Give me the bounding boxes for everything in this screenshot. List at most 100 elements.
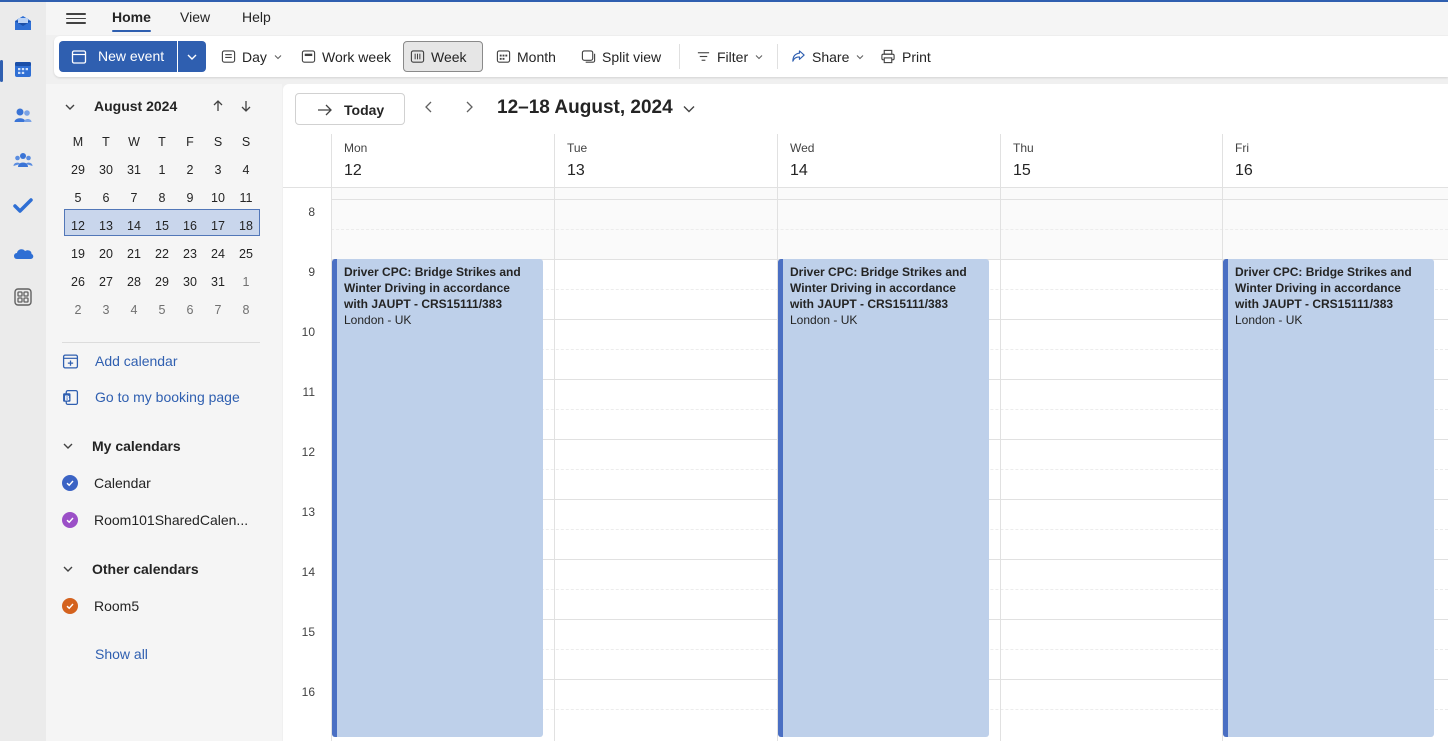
mini-calendar-day[interactable]: 17 (204, 219, 232, 233)
mini-calendar-day[interactable]: 22 (148, 247, 176, 261)
mini-calendar-day[interactable]: 30 (176, 275, 204, 289)
day-header-thu[interactable]: Thu 15 (1000, 134, 1222, 188)
chevron-down-icon[interactable] (682, 102, 696, 116)
month-view-button[interactable]: Month (490, 41, 562, 72)
tab-home[interactable]: Home (112, 9, 151, 32)
split-view-label: Split view (602, 48, 662, 65)
tab-help[interactable]: Help (242, 9, 271, 25)
checked-circle-icon[interactable] (62, 475, 78, 491)
new-event-button[interactable]: New event (59, 41, 177, 72)
mail-icon[interactable] (8, 8, 38, 38)
mini-calendar-week: 5 6 7 8 9 10 11 (64, 184, 260, 212)
mini-calendar-day[interactable]: 5 (64, 191, 92, 205)
event-card-wed[interactable]: Driver CPC: Bridge Strikes and Winter Dr… (778, 259, 989, 737)
mini-calendar-day[interactable]: 3 (204, 163, 232, 177)
day-header-fri[interactable]: Fri 16 (1222, 134, 1448, 188)
mini-calendar-day[interactable]: 11 (232, 191, 260, 205)
new-event-dropdown-button[interactable] (178, 41, 206, 72)
menu-bar: Home View Help (46, 2, 1448, 35)
mini-calendar-day[interactable]: 20 (92, 247, 120, 261)
calendar-item-room5[interactable]: Room5 (62, 596, 139, 616)
mini-calendar-day[interactable]: 5 (148, 303, 176, 317)
calendar-nav-bar: Today 12–18 August, 2024 (283, 84, 1448, 134)
day-header-mon[interactable]: Mon 12 (331, 134, 554, 188)
filter-button[interactable]: Filter (690, 41, 770, 72)
print-button[interactable]: Print (874, 41, 937, 72)
week-view-button[interactable]: Week (403, 41, 483, 72)
calendar-item-calendar[interactable]: Calendar (62, 473, 151, 493)
mini-calendar-day[interactable]: 29 (64, 163, 92, 177)
arrow-down-icon[interactable] (239, 99, 253, 113)
mini-calendar-day[interactable]: 8 (148, 191, 176, 205)
mini-calendar-day[interactable]: 1 (148, 163, 176, 177)
mini-calendar-day[interactable]: 14 (120, 219, 148, 233)
mini-calendar-day[interactable]: 21 (120, 247, 148, 261)
mini-calendar-day[interactable]: 10 (204, 191, 232, 205)
next-week-icon[interactable] (462, 100, 476, 114)
mini-calendar-day[interactable]: 16 (176, 219, 204, 233)
onedrive-icon[interactable] (8, 238, 38, 268)
share-button[interactable]: Share (785, 41, 871, 72)
mini-calendar-day[interactable]: 8 (232, 303, 260, 317)
mini-calendar-day[interactable]: 3 (92, 303, 120, 317)
day-number: 12 (344, 162, 362, 179)
mini-calendar-day[interactable]: 19 (64, 247, 92, 261)
other-calendars-group[interactable]: Other calendars (62, 559, 199, 579)
mini-calendar-day[interactable]: 6 (92, 191, 120, 205)
mini-calendar-day[interactable]: 25 (232, 247, 260, 261)
mini-calendar-day[interactable]: 27 (92, 275, 120, 289)
add-calendar-link[interactable]: Add calendar (62, 351, 178, 371)
mini-calendar-day[interactable]: 7 (120, 191, 148, 205)
mini-calendar-day[interactable]: 7 (204, 303, 232, 317)
previous-week-icon[interactable] (422, 100, 436, 114)
mini-calendar-day[interactable]: 29 (148, 275, 176, 289)
mini-calendar-day[interactable]: 2 (64, 303, 92, 317)
my-calendars-group[interactable]: My calendars (62, 436, 181, 456)
collapse-chevron-icon[interactable] (64, 101, 76, 113)
show-all-link[interactable]: Show all (95, 644, 148, 664)
mini-calendar-day[interactable]: 31 (120, 163, 148, 177)
hour-row: 8 (283, 199, 1448, 259)
checked-circle-icon[interactable] (62, 512, 78, 528)
event-card-mon[interactable]: Driver CPC: Bridge Strikes and Winter Dr… (332, 259, 543, 737)
event-card-fri[interactable]: Driver CPC: Bridge Strikes and Winter Dr… (1223, 259, 1434, 737)
date-range-title[interactable]: 12–18 August, 2024 (497, 97, 673, 119)
today-button[interactable]: Today (295, 93, 405, 125)
todo-icon[interactable] (8, 191, 38, 221)
mini-calendar-day[interactable]: 24 (204, 247, 232, 261)
work-week-view-button[interactable]: Work week (295, 41, 397, 72)
calendar-item-room101[interactable]: Room101SharedCalen... (62, 510, 248, 530)
event-location: London - UK (790, 313, 858, 327)
people-icon[interactable] (8, 100, 38, 130)
mini-calendar-day[interactable]: 2 (176, 163, 204, 177)
calendar-icon[interactable] (8, 54, 38, 84)
groups-icon[interactable] (8, 145, 38, 175)
mini-calendar-day[interactable]: 30 (92, 163, 120, 177)
mini-calendar-day[interactable]: 6 (176, 303, 204, 317)
tab-view[interactable]: View (180, 9, 210, 25)
mini-calendar-day[interactable]: 1 (232, 275, 260, 289)
mini-calendar-day[interactable]: 31 (204, 275, 232, 289)
mini-calendar-day[interactable]: 4 (232, 163, 260, 177)
split-view-button[interactable]: Split view (575, 41, 667, 72)
mini-calendar-title[interactable]: August 2024 (94, 98, 177, 114)
mini-calendar-day[interactable]: 23 (176, 247, 204, 261)
mini-calendar-day[interactable]: 18 (232, 219, 260, 233)
hour-label: 10 (301, 325, 315, 339)
day-header-tue[interactable]: Tue 13 (554, 134, 777, 188)
checked-circle-icon[interactable] (62, 598, 78, 614)
booking-page-link[interactable]: B Go to my booking page (62, 387, 240, 407)
mini-calendar-day[interactable]: 9 (176, 191, 204, 205)
mini-calendar-day[interactable]: 13 (92, 219, 120, 233)
apps-icon[interactable] (8, 282, 38, 312)
mini-calendar-day[interactable]: 4 (120, 303, 148, 317)
time-grid[interactable]: 8 9 10 11 12 13 14 15 16 Driver CPC: Bri… (283, 188, 1448, 741)
day-view-button[interactable]: Day (215, 41, 289, 72)
mini-calendar-day[interactable]: 15 (148, 219, 176, 233)
mini-calendar-day[interactable]: 26 (64, 275, 92, 289)
arrow-up-icon[interactable] (211, 99, 225, 113)
mini-calendar-day[interactable]: 12 (64, 219, 92, 233)
day-header-wed[interactable]: Wed 14 (777, 134, 1000, 188)
hamburger-menu-icon[interactable] (66, 10, 86, 26)
mini-calendar-day[interactable]: 28 (120, 275, 148, 289)
